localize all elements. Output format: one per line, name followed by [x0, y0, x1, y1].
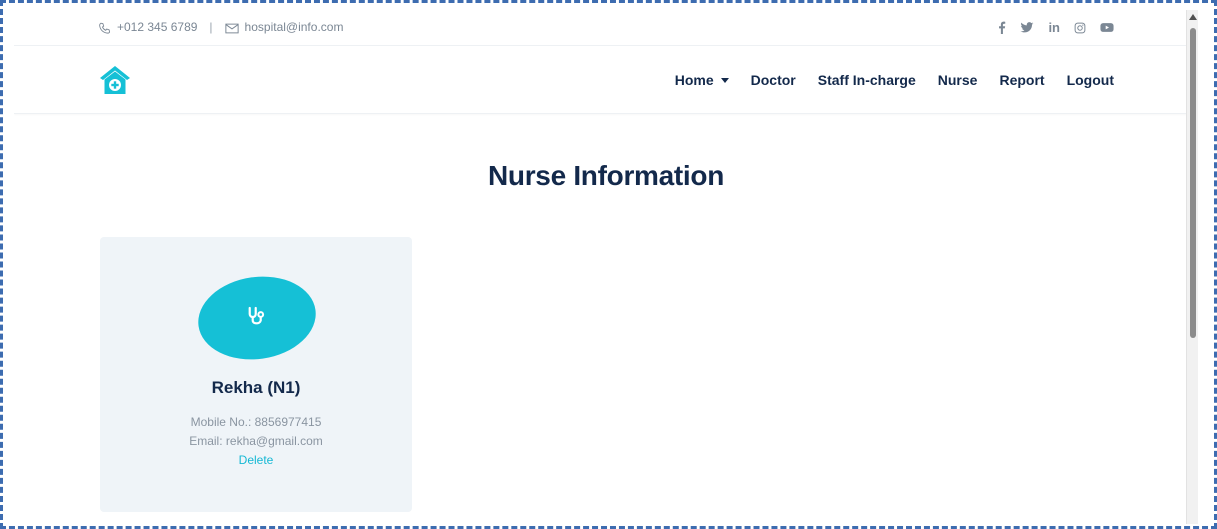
nurse-avatar	[192, 269, 322, 367]
youtube-icon[interactable]	[1100, 22, 1114, 33]
chevron-down-icon	[720, 77, 729, 83]
vertical-scrollbar[interactable]	[1186, 10, 1198, 524]
scrollbar-thumb[interactable]	[1190, 28, 1196, 338]
phone-icon	[98, 20, 111, 34]
main-nav: Home Doctor Staff In-charge Nurse Report…	[675, 46, 1114, 114]
envelope-icon	[224, 20, 239, 34]
stethoscope-icon	[244, 303, 270, 333]
contact-info: +012 345 6789 | hospital@info.com	[98, 20, 343, 34]
nav-staff-in-charge[interactable]: Staff In-charge	[818, 72, 916, 88]
facebook-icon[interactable]	[998, 21, 1006, 34]
contact-email: hospital@info.com	[244, 20, 344, 35]
contact-separator: |	[209, 20, 213, 35]
social-links: in	[998, 20, 1114, 35]
instagram-icon[interactable]	[1074, 22, 1086, 34]
phone-number: +012 345 6789	[117, 20, 198, 35]
nav-report[interactable]: Report	[999, 72, 1044, 88]
page-title: Nurse Information	[487, 160, 725, 191]
scroll-up-arrow-icon[interactable]	[1189, 14, 1197, 20]
nurse-name: Rekha (N1)	[211, 378, 301, 397]
nurse-email: Email: rekha@gmail.com	[189, 434, 323, 448]
nav-home[interactable]: Home	[675, 72, 729, 88]
nurse-card: Rekha (N1) Mobile No.: 8856977415 Email:…	[100, 237, 412, 512]
nav-home-label: Home	[674, 72, 714, 88]
nav-nurse[interactable]: Nurse	[938, 72, 978, 88]
linkedin-icon[interactable]: in	[1048, 20, 1060, 35]
hospital-house-icon[interactable]	[98, 64, 132, 96]
nav-doctor[interactable]: Doctor	[751, 72, 796, 88]
topbar: +012 345 6789 | hospital@info.com in	[14, 10, 1198, 46]
nurse-mobile: Mobile No.: 8856977415	[190, 415, 322, 429]
navbar: Home Doctor Staff In-charge Nurse Report…	[14, 46, 1198, 114]
delete-link[interactable]: Delete	[100, 453, 412, 467]
twitter-icon[interactable]	[1020, 21, 1034, 34]
browser-viewport: +012 345 6789 | hospital@info.com in Hom…	[14, 10, 1198, 524]
nav-logout[interactable]: Logout	[1067, 72, 1114, 88]
